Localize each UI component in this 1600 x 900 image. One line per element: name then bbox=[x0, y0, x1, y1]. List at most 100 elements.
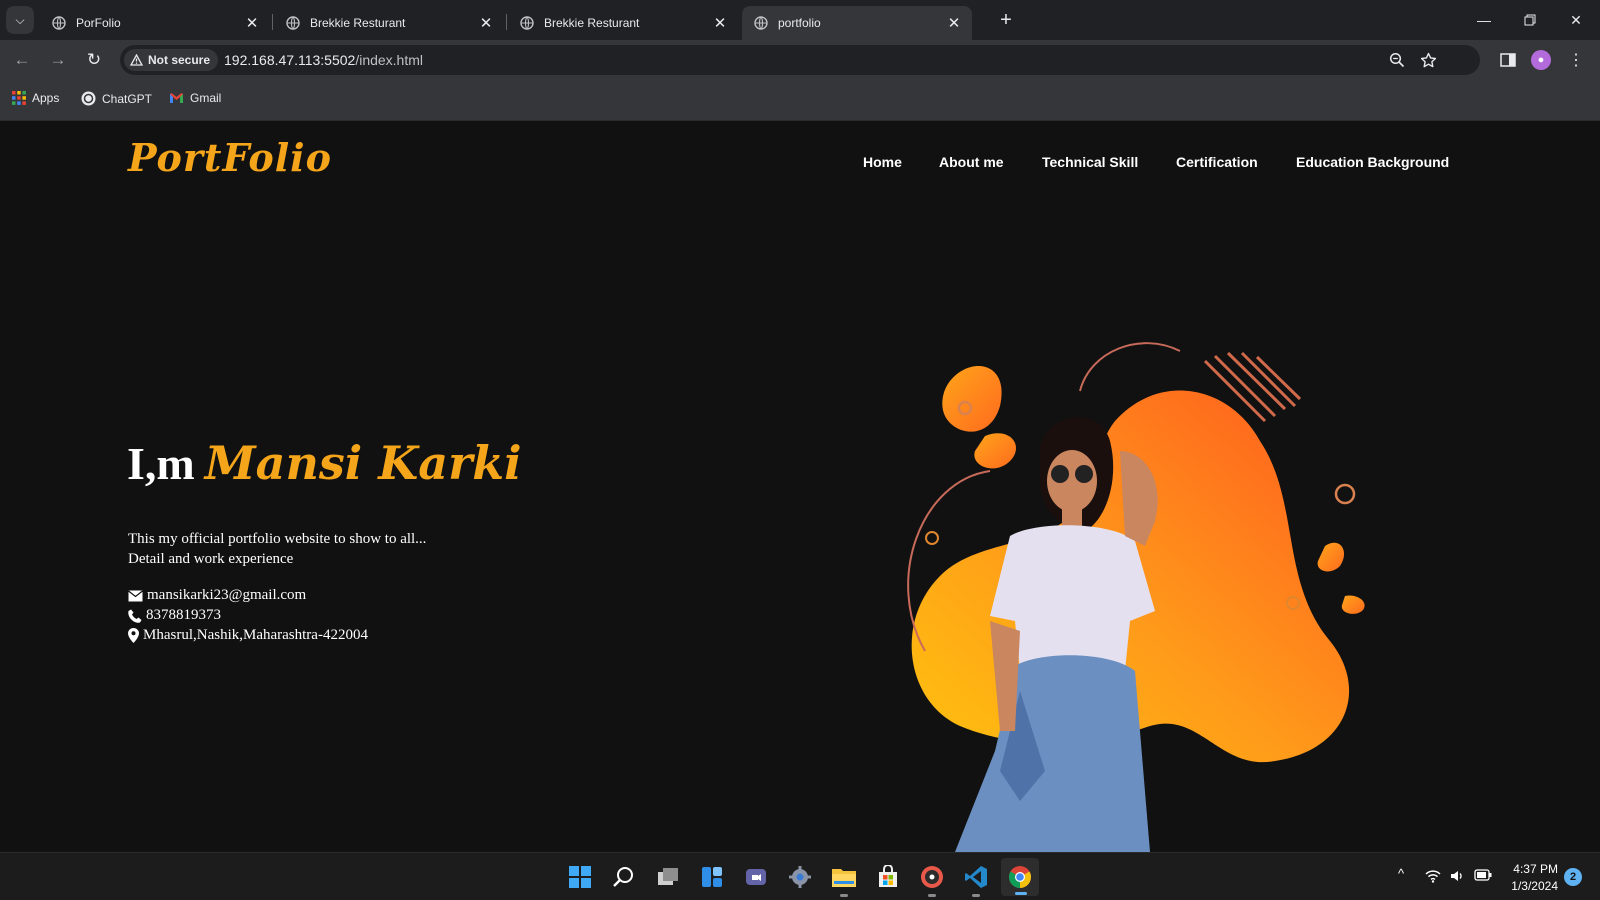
close-icon[interactable]: ✕ bbox=[944, 14, 964, 32]
clock-date: 1/3/2024 bbox=[1511, 879, 1558, 893]
new-tab-button[interactable]: + bbox=[994, 8, 1018, 32]
tab-strip: ⌵ PorFolio ✕ Brekkie Resturant ✕ Brekkie… bbox=[0, 0, 1600, 40]
wifi-icon[interactable] bbox=[1425, 869, 1441, 886]
tab-brekkie-1[interactable]: Brekkie Resturant ✕ bbox=[274, 6, 504, 40]
file-explorer[interactable] bbox=[830, 863, 858, 897]
side-panel-icon bbox=[1500, 53, 1516, 67]
bookmark-gmail[interactable]: Gmail bbox=[169, 91, 221, 105]
teams-chat[interactable] bbox=[742, 863, 770, 891]
nav-home[interactable]: Home bbox=[863, 154, 902, 170]
running-indicator bbox=[972, 894, 980, 897]
arrow-left-icon: ← bbox=[13, 50, 31, 69]
running-indicator bbox=[840, 894, 848, 897]
person-icon: ● bbox=[1537, 54, 1545, 66]
site-logo[interactable]: PortFolio bbox=[128, 135, 332, 180]
bookmarks-bar: Apps ChatGPT Gmail bbox=[0, 80, 1600, 121]
url-text[interactable]: 192.168.47.113:5502/index.html bbox=[224, 52, 423, 68]
hero-heading: I,m Mansi Karki bbox=[127, 436, 522, 490]
side-panel-button[interactable] bbox=[1496, 48, 1520, 72]
arrow-right-icon: → bbox=[49, 50, 67, 69]
close-window-button[interactable]: ✕ bbox=[1554, 8, 1598, 32]
tab-porfolio[interactable]: PorFolio ✕ bbox=[40, 6, 270, 40]
tab-portfolio-active[interactable]: portfolio ✕ bbox=[742, 6, 972, 40]
back-button[interactable]: ← bbox=[10, 48, 34, 72]
minimize-icon: — bbox=[1477, 12, 1491, 28]
url-path: /index.html bbox=[355, 52, 424, 68]
profile-avatar[interactable]: ● bbox=[1531, 50, 1551, 70]
chevron-up-icon[interactable]: ^ bbox=[1398, 866, 1404, 881]
vscode[interactable] bbox=[962, 863, 990, 897]
more-vertical-icon: ⋮ bbox=[1568, 52, 1584, 69]
battery-icon[interactable] bbox=[1474, 869, 1492, 884]
bookmark-star-icon[interactable] bbox=[1417, 49, 1439, 71]
hero-portrait-illustration bbox=[907, 342, 1365, 852]
address-bar[interactable]: Not secure 192.168.47.113:5502/index.htm… bbox=[120, 45, 1480, 75]
zoom-icon[interactable] bbox=[1386, 49, 1408, 71]
chevron-down-icon: ⌵ bbox=[15, 12, 25, 27]
nav-technical-skill[interactable]: Technical Skill bbox=[1042, 154, 1138, 170]
close-icon[interactable]: ✕ bbox=[476, 14, 496, 32]
close-icon: ✕ bbox=[1570, 11, 1582, 28]
tab-brekkie-2[interactable]: Brekkie Resturant ✕ bbox=[508, 6, 738, 40]
tab-search-button[interactable]: ⌵ bbox=[6, 6, 34, 34]
nav-certification[interactable]: Certification bbox=[1176, 154, 1258, 170]
tab-divider bbox=[272, 14, 273, 30]
apps-grid-icon bbox=[12, 91, 26, 105]
reload-button[interactable]: ↻ bbox=[82, 48, 106, 72]
globe-icon bbox=[520, 16, 534, 30]
start-button[interactable] bbox=[566, 863, 594, 891]
globe-icon bbox=[754, 16, 768, 30]
widgets[interactable] bbox=[698, 863, 726, 891]
taskbar-search[interactable] bbox=[610, 863, 638, 891]
warning-icon bbox=[130, 54, 143, 66]
microsoft-store[interactable] bbox=[874, 863, 902, 891]
task-view[interactable] bbox=[654, 863, 682, 891]
tab-title: portfolio bbox=[778, 16, 821, 30]
tab-title: Brekkie Resturant bbox=[544, 16, 640, 30]
phone-icon bbox=[128, 609, 142, 623]
task-view-icon bbox=[658, 868, 678, 885]
browser-toolbar: ← → ↻ Not secure 192.168.47.113:5502/ind… bbox=[0, 40, 1600, 80]
chat-icon bbox=[746, 869, 766, 885]
close-icon[interactable]: ✕ bbox=[242, 14, 262, 32]
system-clock[interactable]: 4:37 PM 1/3/2024 bbox=[1508, 861, 1558, 895]
clock-time: 4:37 PM bbox=[1513, 862, 1558, 876]
minimize-button[interactable]: — bbox=[1462, 8, 1506, 32]
settings[interactable] bbox=[786, 863, 814, 891]
volume-icon[interactable] bbox=[1450, 869, 1466, 886]
bookmark-chatgpt[interactable]: ChatGPT bbox=[81, 91, 152, 106]
globe-icon bbox=[52, 16, 66, 30]
bookmark-apps[interactable]: Apps bbox=[12, 91, 59, 105]
bookmark-label: Apps bbox=[32, 91, 60, 105]
chrome-icon bbox=[1009, 866, 1031, 888]
gear-icon bbox=[789, 866, 811, 888]
security-label: Not secure bbox=[148, 53, 211, 67]
tab-divider bbox=[506, 14, 507, 30]
nav-education-background[interactable]: Education Background bbox=[1296, 154, 1449, 170]
close-icon[interactable]: ✕ bbox=[710, 14, 730, 32]
contact-email: mansikarki23@gmail.com bbox=[128, 587, 306, 604]
tab-title: PorFolio bbox=[76, 16, 121, 30]
security-chip[interactable]: Not secure bbox=[124, 49, 219, 71]
folder-icon bbox=[832, 869, 856, 887]
hero-name: Mansi Karki bbox=[204, 436, 522, 490]
envelope-icon bbox=[128, 590, 143, 601]
nav-about-me[interactable]: About me bbox=[939, 154, 1004, 170]
bookmark-label: Gmail bbox=[190, 91, 222, 105]
restore-button[interactable] bbox=[1508, 8, 1552, 32]
media-player[interactable] bbox=[918, 863, 946, 897]
widgets-icon bbox=[702, 867, 722, 887]
menu-button[interactable]: ⋮ bbox=[1564, 48, 1588, 72]
active-indicator bbox=[1015, 892, 1027, 895]
store-icon bbox=[879, 865, 897, 887]
search-icon bbox=[613, 867, 633, 887]
chrome[interactable] bbox=[1001, 858, 1039, 896]
forward-button[interactable]: → bbox=[46, 48, 70, 72]
notification-badge[interactable]: 2 bbox=[1564, 868, 1582, 886]
restore-icon bbox=[1524, 14, 1536, 26]
running-indicator bbox=[928, 894, 936, 897]
hero-description: This my official portfolio website to sh… bbox=[128, 529, 426, 569]
vscode-icon bbox=[965, 866, 987, 888]
contact-address: Mhasrul,Nashik,Maharashtra-422004 bbox=[128, 627, 368, 644]
email-text: mansikarki23@gmail.com bbox=[147, 587, 307, 603]
